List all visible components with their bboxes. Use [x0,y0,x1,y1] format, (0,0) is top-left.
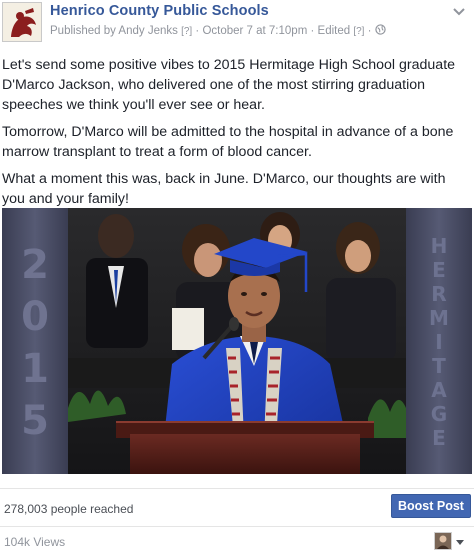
school-letter: H [430,234,448,258]
school-letter: E [432,426,446,450]
school-letter: I [435,330,443,354]
school-letter: E [432,258,446,282]
meta-separator: · [195,25,200,37]
post-date[interactable]: October 7 at 7:10pm [202,25,307,37]
year-digit: 2 [21,242,49,288]
published-help[interactable]: [?] [181,26,192,37]
school-banner: H E R M I T A G E [406,208,472,474]
boost-post-button[interactable]: Boost Post [391,494,471,518]
post-paragraph: Tomorrow, D'Marco will be admitted to th… [2,124,454,160]
published-by[interactable]: Published by Andy Jenks [50,25,178,37]
globe-icon [375,24,386,37]
post-paragraph: What a moment this was, back in June. D'… [2,171,446,207]
caret-down-icon[interactable] [456,540,464,545]
page-logo[interactable] [2,2,42,42]
post-header: Henrico County Public Schools Published … [0,0,474,44]
avatar[interactable] [434,532,452,550]
post-message: Let's send some positive vibes to 2015 H… [2,55,470,216]
page-name-link[interactable]: Henrico County Public Schools [50,3,269,19]
school-letter: T [432,354,446,378]
video-player[interactable]: 2 0 1 5 H E R M I T A G E [2,208,472,474]
year-banner: 2 0 1 5 [2,208,68,474]
post-paragraph: Let's send some positive vibes to 2015 H… [2,57,456,113]
year-digit: 1 [21,346,49,392]
view-count: 104k Views [4,535,66,549]
school-letter: R [431,282,447,306]
year-digit: 0 [21,294,49,340]
views-bar: 104k Views [0,526,474,550]
edited-help[interactable]: [?] [353,26,364,37]
meta-separator-3: · [367,25,372,37]
meta-separator-2: · [310,25,315,37]
year-digit: 5 [21,398,49,444]
school-letter: M [429,306,449,330]
school-letter: A [431,378,447,402]
post-meta: Published by Andy Jenks [?] · October 7 … [50,24,386,37]
video-frame [68,208,406,474]
people-reached[interactable]: 278,003 people reached [4,502,133,516]
edited-label[interactable]: Edited [318,25,351,37]
chevron-down-icon[interactable] [452,4,466,16]
school-letter: G [430,402,448,426]
